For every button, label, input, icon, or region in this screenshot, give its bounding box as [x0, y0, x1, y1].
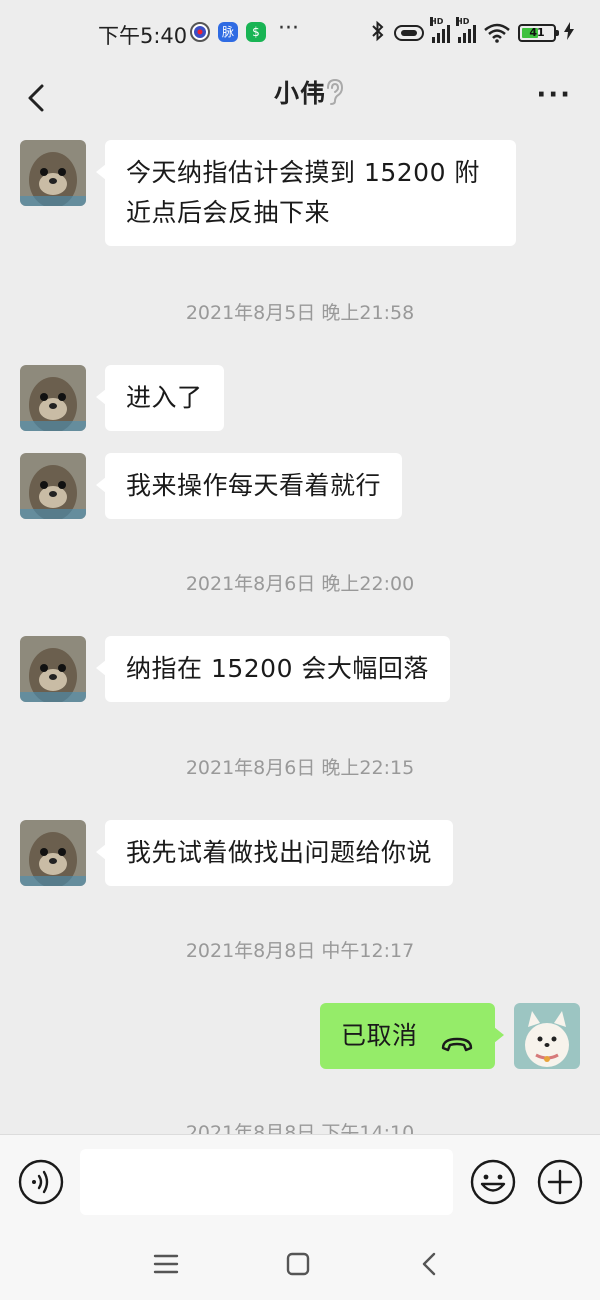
received-message-bubble[interactable]: 纳指在 15200 会大幅回落	[96, 636, 450, 702]
contact-avatar[interactable]	[20, 453, 86, 519]
status-icons: HD HD 41	[370, 17, 574, 47]
status-bar: 下午5:40 脉 $ ··· HD HD 41	[0, 0, 600, 66]
message-row: 进入了	[0, 365, 600, 431]
home-icon	[286, 1252, 310, 1276]
back-icon	[422, 1252, 436, 1276]
message-row: 我先试着做找出问题给你说	[0, 820, 600, 886]
call-status-text: 已取消	[341, 1021, 418, 1050]
signal-hd-icon: HD	[456, 17, 476, 43]
message-timestamp: 2021年8月6日 晚上22:00	[185, 573, 415, 595]
chat-header: 小伟 ···	[0, 66, 600, 132]
message-text-line: 近点后会反抽下来	[126, 198, 331, 227]
menu-icon	[153, 1254, 179, 1274]
battery-icon: 41	[518, 24, 559, 42]
message-timestamp: 2021年8月5日 晚上21:58	[185, 302, 415, 324]
my-avatar[interactable]	[514, 1003, 580, 1069]
contact-avatar[interactable]	[20, 140, 86, 206]
received-message-bubble[interactable]: 今天纳指估计会摸到 15200 附 近点后会反抽下来	[96, 140, 516, 246]
app-icon	[190, 22, 210, 42]
emoji-icon	[470, 1159, 516, 1205]
more-options-button[interactable]: ···	[536, 80, 572, 110]
emoji-button[interactable]	[470, 1159, 516, 1205]
wifi-icon	[484, 23, 510, 43]
sent-call-bubble[interactable]: 已取消	[320, 1003, 504, 1069]
system-back-button[interactable]	[414, 1248, 446, 1280]
contact-avatar[interactable]	[20, 365, 86, 431]
mai-icon: 脉	[218, 22, 238, 42]
voice-icon	[18, 1159, 64, 1205]
charging-icon	[564, 22, 574, 44]
more-functions-button[interactable]	[537, 1159, 583, 1205]
bluetooth-icon	[370, 20, 386, 47]
message-text-line: 今天纳指估计会摸到 15200 附	[126, 158, 480, 187]
received-message-bubble[interactable]: 进入了	[96, 365, 224, 431]
message-row: 我来操作每天看着就行	[0, 453, 600, 519]
message-list[interactable]: 今天纳指估计会摸到 15200 附 近点后会反抽下来 2021年8月5日 晚上2…	[0, 132, 600, 1134]
received-message-bubble[interactable]: 我来操作每天看着就行	[95, 453, 403, 519]
money-icon: $	[246, 22, 266, 42]
received-message-bubble[interactable]: 我先试着做找出问题给你说	[95, 820, 454, 886]
battery-level: 41	[529, 26, 545, 39]
hang-up-phone-icon	[440, 1027, 474, 1052]
voice-input-button[interactable]	[18, 1159, 64, 1205]
signal-hd-icon: HD	[430, 17, 450, 43]
contact-avatar[interactable]	[20, 636, 86, 702]
message-timestamp: 2021年8月8日 下午14:10	[185, 1122, 415, 1134]
contact-avatar[interactable]	[20, 820, 86, 886]
home-button[interactable]	[282, 1248, 314, 1280]
plus-icon	[537, 1159, 583, 1205]
message-input[interactable]	[80, 1149, 453, 1215]
message-row: 今天纳指估计会摸到 15200 附 近点后会反抽下来	[0, 140, 600, 250]
message-timestamp: 2021年8月6日 晚上22:15	[185, 757, 415, 779]
message-row: 纳指在 15200 会大幅回落	[0, 636, 600, 702]
recent-apps-button[interactable]	[150, 1248, 182, 1280]
status-time: 下午5:40	[98, 24, 188, 48]
pill-icon	[394, 25, 424, 41]
status-dots: ···	[278, 16, 299, 41]
chat-title: 小伟	[273, 79, 326, 108]
message-row: 已取消	[0, 1003, 600, 1069]
message-timestamp: 2021年8月8日 中午12:17	[185, 940, 415, 962]
system-navigation-bar	[0, 1230, 600, 1300]
input-bar	[0, 1134, 600, 1230]
ear-icon[interactable]	[322, 78, 346, 106]
